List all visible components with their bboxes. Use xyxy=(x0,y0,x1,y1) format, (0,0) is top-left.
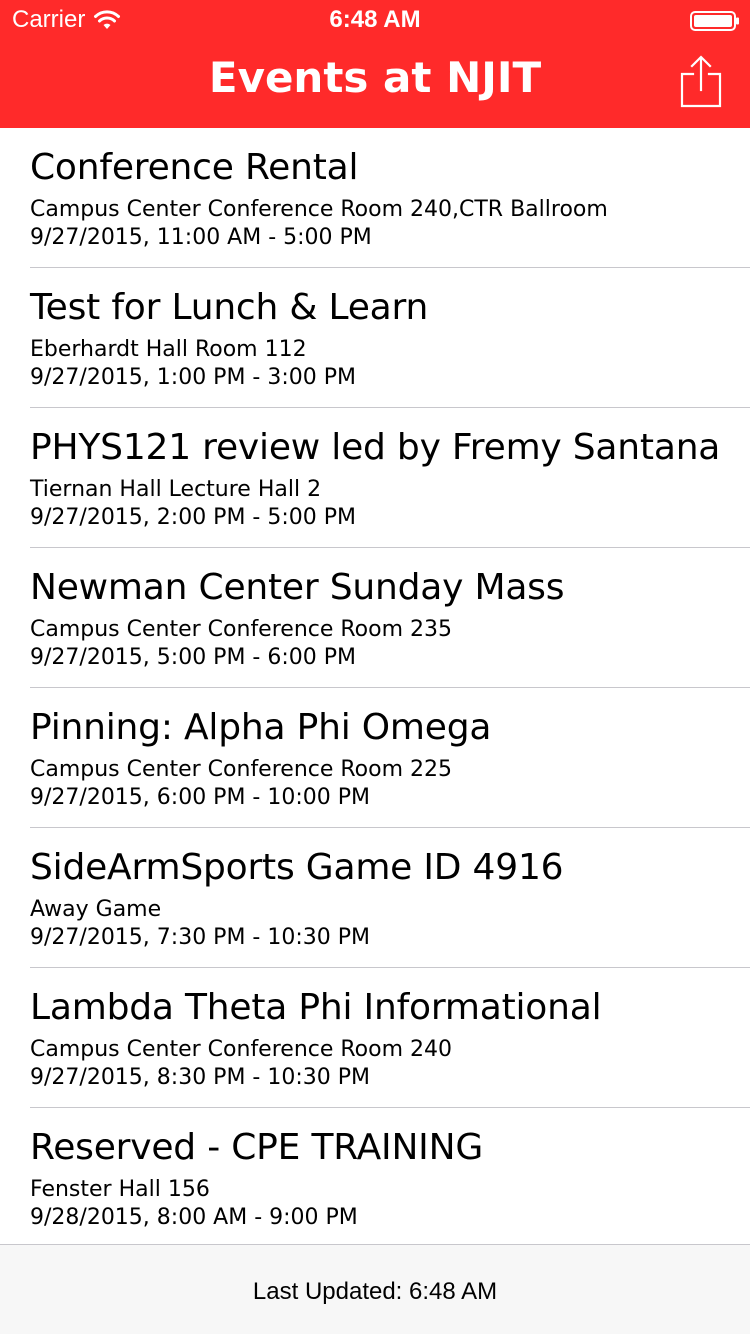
app-screen: Carrier 6:48 AM Events at NJIT Conferenc… xyxy=(0,0,750,1334)
event-title: Test for Lunch & Learn xyxy=(30,287,429,328)
event-title: Reserved - CPE TRAINING xyxy=(30,1127,484,1168)
battery-icon xyxy=(690,11,739,31)
event-list-item[interactable]: Conference Rental Campus Center Conferen… xyxy=(0,128,750,268)
event-time: 9/27/2015, 2:00 PM - 5:00 PM xyxy=(30,505,357,530)
event-title: Pinning: Alpha Phi Omega xyxy=(30,707,492,748)
event-time: 9/27/2015, 1:00 PM - 3:00 PM xyxy=(30,365,357,390)
page-title: Events at NJIT xyxy=(208,53,542,102)
share-button[interactable] xyxy=(678,54,724,110)
share-icon xyxy=(680,55,722,108)
event-list[interactable]: Conference Rental Campus Center Conferen… xyxy=(0,128,750,1244)
footer-toolbar: Last Updated: 6:48 AM xyxy=(0,1244,750,1334)
event-time: 9/28/2015, 8:00 AM - 9:00 PM xyxy=(30,1205,358,1230)
event-list-item[interactable]: Lambda Theta Phi Informational Campus Ce… xyxy=(0,968,750,1108)
event-location: Campus Center Conference Room 240,CTR Ba… xyxy=(30,197,608,222)
event-time: 9/27/2015, 5:00 PM - 6:00 PM xyxy=(30,645,357,670)
event-title: Conference Rental xyxy=(30,147,359,188)
status-bar: Carrier 6:48 AM xyxy=(0,0,750,40)
event-list-item[interactable]: Test for Lunch & Learn Eberhardt Hall Ro… xyxy=(0,268,750,408)
event-location: Fenster Hall 156 xyxy=(30,1177,210,1202)
event-location: Campus Center Conference Room 235 xyxy=(30,617,453,642)
status-time: 6:48 AM xyxy=(329,6,421,33)
event-location: Campus Center Conference Room 225 xyxy=(30,757,453,782)
event-list-item[interactable]: PHYS121 review led by Fremy Santana Tier… xyxy=(0,408,750,548)
event-list-item[interactable]: Newman Center Sunday Mass Campus Center … xyxy=(0,548,750,688)
event-title: PHYS121 review led by Fremy Santana xyxy=(30,427,721,468)
event-location: Away Game xyxy=(30,897,162,922)
event-list-item[interactable]: Pinning: Alpha Phi Omega Campus Center C… xyxy=(0,688,750,828)
nav-header: Carrier 6:48 AM Events at NJIT xyxy=(0,0,750,128)
event-location: Eberhardt Hall Room 112 xyxy=(30,337,307,362)
event-list-item[interactable]: SideArmSports Game ID 4916 Away Game 9/2… xyxy=(0,828,750,968)
event-time: 9/27/2015, 6:00 PM - 10:00 PM xyxy=(30,785,371,810)
last-updated-label: Last Updated: 6:48 AM xyxy=(252,1277,498,1305)
event-title: SideArmSports Game ID 4916 xyxy=(30,847,564,888)
event-time: 9/27/2015, 7:30 PM - 10:30 PM xyxy=(30,925,371,950)
event-location: Campus Center Conference Room 240 xyxy=(30,1037,453,1062)
event-list-item[interactable]: Reserved - CPE TRAINING Fenster Hall 156… xyxy=(0,1108,750,1244)
event-location: Tiernan Hall Lecture Hall 2 xyxy=(30,477,322,502)
event-time: 9/27/2015, 11:00 AM - 5:00 PM xyxy=(30,225,372,250)
event-title: Newman Center Sunday Mass xyxy=(30,567,565,608)
event-title: Lambda Theta Phi Informational xyxy=(30,987,602,1028)
event-time: 9/27/2015, 8:30 PM - 10:30 PM xyxy=(30,1065,371,1090)
